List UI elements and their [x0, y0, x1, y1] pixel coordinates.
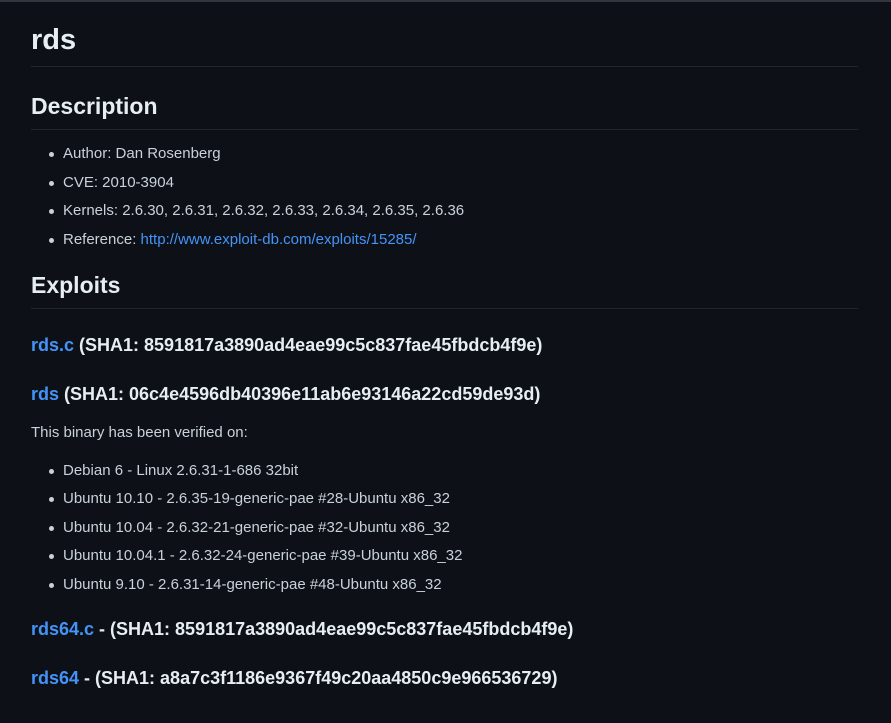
bullet-icon: [49, 525, 54, 531]
description-item-label: CVE: 2010-3904: [63, 173, 174, 191]
exploit-entry-rds64: rds64 - (SHA1: a8a7c3f1186e9367f49c20aa4…: [31, 666, 858, 690]
description-item-cve: CVE: 2010-3904: [49, 173, 858, 193]
page-title: rds: [31, 0, 858, 67]
description-list: Author: Dan Rosenberg CVE: 2010-3904 Ker…: [31, 144, 858, 250]
verified-item-label: Debian 6 - Linux 2.6.31-1-686 32bit: [63, 461, 299, 479]
exploits-heading: Exploits: [31, 270, 858, 309]
bullet-icon: [49, 497, 54, 503]
reference-link[interactable]: http://www.exploit-db.com/exploits/15285…: [141, 231, 417, 248]
verified-item-label: Ubuntu 10.04.1 - 2.6.32-24-generic-pae #…: [63, 547, 463, 565]
description-item-label: Author: Dan Rosenberg: [63, 145, 221, 162]
verified-item: Debian 6 - Linux 2.6.31-1-686 32bit: [49, 461, 858, 481]
verified-item: Ubuntu 10.10 - 2.6.35-19-generic-pae #28…: [49, 489, 858, 509]
exploit-link-rds64[interactable]: rds64: [31, 668, 79, 688]
exploit-hash: - (SHA1: 8591817a3890ad4eae99c5c837fae45…: [94, 618, 574, 639]
exploit-link-rds64-c[interactable]: rds64.c: [31, 619, 94, 639]
verified-text: This binary has been verified on:: [31, 423, 248, 441]
verified-item-label: Ubuntu 10.10 - 2.6.35-19-generic-pae #28…: [63, 490, 450, 508]
verified-item-label: Ubuntu 9.10 - 2.6.31-14-generic-pae #48-…: [63, 575, 442, 593]
verified-item: Ubuntu 10.04 - 2.6.32-21-generic-pae #32…: [49, 518, 858, 538]
verified-item: Ubuntu 9.10 - 2.6.31-14-generic-pae #48-…: [49, 575, 858, 595]
description-item-kernels: Kernels: 2.6.30, 2.6.31, 2.6.32, 2.6.33,…: [49, 201, 858, 221]
exploit-link-rds[interactable]: rds: [31, 384, 59, 404]
markdown-body: rds Description Author: Dan Rosenberg CV…: [31, 0, 858, 690]
exploit-hash: (SHA1: 06c4e4596db40396e11ab6e93146a22cd…: [59, 383, 541, 404]
verified-item: Ubuntu 10.04.1 - 2.6.32-24-generic-pae #…: [49, 546, 858, 566]
exploit-entry-rds: rds (SHA1: 06c4e4596db40396e11ab6e93146a…: [31, 382, 858, 406]
description-heading: Description: [31, 91, 858, 130]
description-item-label: Reference:: [63, 230, 141, 248]
description-item-reference: Reference: http://www.exploit-db.com/exp…: [49, 230, 858, 250]
bullet-icon: [49, 152, 54, 157]
bullet-icon: [49, 237, 54, 243]
bullet-icon: [49, 180, 54, 186]
exploit-hash: - (SHA1: a8a7c3f1186e9367f49c20aa4850c9e…: [79, 667, 558, 688]
exploit-link-rds-c[interactable]: rds.c: [31, 335, 74, 355]
verified-item-label: Ubuntu 10.04 - 2.6.32-21-generic-pae #32…: [63, 518, 450, 536]
exploit-hash: (SHA1: 8591817a3890ad4eae99c5c837fae45fb…: [74, 334, 543, 355]
description-item-author: Author: Dan Rosenberg: [49, 144, 858, 164]
exploit-entry-rds64-c: rds64.c - (SHA1: 8591817a3890ad4eae99c5c…: [31, 617, 858, 641]
description-item-label: Kernels: 2.6.30, 2.6.31, 2.6.32, 2.6.33,…: [63, 202, 465, 219]
exploit-entry-rds-c: rds.c (SHA1: 8591817a3890ad4eae99c5c837f…: [31, 333, 858, 357]
page-frame: rds Description Author: Dan Rosenberg CV…: [0, 0, 891, 723]
bullet-icon: [49, 468, 54, 474]
bullet-icon: [49, 209, 54, 214]
verified-list: Debian 6 - Linux 2.6.31-1-686 32bit Ubun…: [31, 461, 858, 595]
bullet-icon: [49, 554, 54, 560]
bullet-icon: [49, 582, 54, 588]
